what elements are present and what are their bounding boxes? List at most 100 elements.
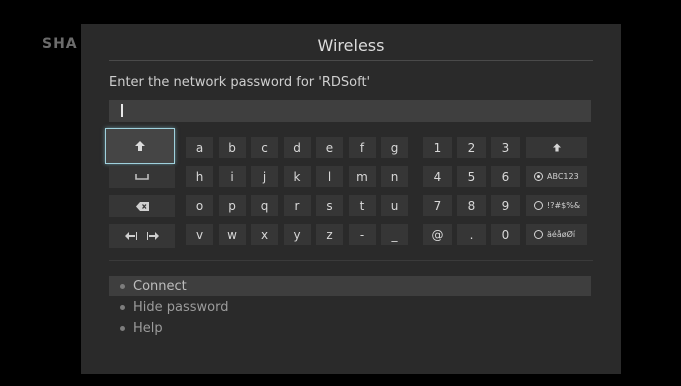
shift-key[interactable] bbox=[105, 128, 175, 164]
digit-key[interactable]: 4 bbox=[423, 166, 452, 187]
title-divider bbox=[109, 60, 593, 61]
key-label: z bbox=[326, 227, 333, 242]
digit-key[interactable]: 8 bbox=[457, 195, 486, 216]
text-cursor bbox=[121, 104, 123, 117]
key-label: h bbox=[195, 169, 204, 184]
letter-key[interactable]: _ bbox=[381, 224, 408, 245]
menu-item-hide-password[interactable]: Hide password bbox=[109, 297, 591, 317]
mode-label: äéåøØí bbox=[547, 230, 576, 239]
letter-key[interactable]: w bbox=[218, 224, 246, 245]
brand-logo-partial: SHA bbox=[42, 36, 78, 52]
digit-key[interactable]: 0 bbox=[491, 224, 520, 245]
key-label: x bbox=[260, 227, 269, 242]
key-label: j bbox=[262, 169, 267, 184]
key-label: a bbox=[195, 140, 204, 155]
key-label: 3 bbox=[501, 140, 510, 155]
key-label: 9 bbox=[501, 198, 510, 213]
menu-item-connect[interactable]: Connect bbox=[109, 276, 591, 296]
key-label: v bbox=[195, 227, 204, 242]
letter-key[interactable]: h bbox=[186, 166, 213, 187]
letter-key[interactable]: o bbox=[186, 195, 213, 216]
letter-key[interactable]: i bbox=[218, 166, 246, 187]
letter-key[interactable]: y bbox=[283, 224, 311, 245]
key-label: 7 bbox=[433, 198, 442, 213]
letter-key[interactable]: d bbox=[283, 137, 311, 158]
radio-icon bbox=[534, 230, 543, 239]
dialog-title: Wireless bbox=[317, 36, 385, 55]
key-label: r bbox=[294, 198, 300, 213]
space-key[interactable] bbox=[109, 166, 175, 188]
key-label: k bbox=[293, 169, 301, 184]
key-label: o bbox=[195, 198, 204, 213]
bullet-icon bbox=[120, 283, 125, 289]
key-label: s bbox=[326, 198, 333, 213]
letter-key[interactable]: a bbox=[186, 137, 213, 158]
letter-key[interactable]: q bbox=[251, 195, 278, 216]
digit-key[interactable]: 7 bbox=[423, 195, 452, 216]
key-label: 1 bbox=[433, 140, 442, 155]
letter-key[interactable]: g bbox=[381, 137, 408, 158]
letter-key[interactable]: u bbox=[381, 195, 408, 216]
menu-item-help[interactable]: Help bbox=[109, 318, 591, 338]
letter-key[interactable]: c bbox=[251, 137, 278, 158]
digit-key[interactable]: 9 bbox=[491, 195, 520, 216]
mode-abc123-key[interactable]: ABC123 bbox=[526, 166, 587, 187]
letter-key[interactable]: s bbox=[316, 195, 343, 216]
keyboard-menu-divider bbox=[109, 260, 593, 261]
bullet-icon bbox=[120, 304, 125, 310]
key-label: g bbox=[390, 140, 399, 155]
digit-key[interactable]: @ bbox=[423, 224, 452, 245]
key-label: 8 bbox=[467, 198, 476, 213]
letter-key[interactable]: n bbox=[381, 166, 408, 187]
key-label: 5 bbox=[467, 169, 476, 184]
letter-key[interactable]: l bbox=[316, 166, 343, 187]
key-label: 2 bbox=[467, 140, 476, 155]
digit-key[interactable]: 3 bbox=[491, 137, 520, 158]
space-icon bbox=[135, 174, 149, 180]
key-label: u bbox=[390, 198, 399, 213]
cursor-left-icon bbox=[125, 232, 137, 240]
key-label: i bbox=[230, 169, 234, 184]
key-label: t bbox=[359, 198, 365, 213]
key-label: c bbox=[261, 140, 268, 155]
menu-item-label: Connect bbox=[133, 278, 187, 294]
key-label: 6 bbox=[501, 169, 510, 184]
password-input[interactable] bbox=[109, 100, 591, 122]
letter-key[interactable]: e bbox=[316, 137, 343, 158]
letter-key[interactable]: b bbox=[218, 137, 246, 158]
digit-key[interactable]: 2 bbox=[457, 137, 486, 158]
key-label: w bbox=[227, 227, 237, 242]
letter-key[interactable]: j bbox=[251, 166, 278, 187]
mode-symbols-key[interactable]: !?#$%& bbox=[526, 195, 587, 216]
key-label: _ bbox=[391, 227, 398, 242]
letter-key[interactable]: k bbox=[283, 166, 311, 187]
letter-key[interactable]: m bbox=[348, 166, 376, 187]
cursor-right-icon bbox=[147, 232, 159, 240]
letter-key[interactable]: x bbox=[251, 224, 278, 245]
wireless-password-dialog: Wireless Enter the network password for … bbox=[81, 24, 621, 374]
menu-item-label: Hide password bbox=[133, 299, 229, 315]
key-label: e bbox=[325, 140, 334, 155]
digit-key[interactable]: 5 bbox=[457, 166, 486, 187]
digit-key[interactable]: . bbox=[457, 224, 486, 245]
radio-icon bbox=[534, 201, 543, 210]
key-label: f bbox=[359, 140, 365, 155]
letter-key[interactable]: f bbox=[348, 137, 376, 158]
backspace-icon bbox=[135, 201, 149, 211]
digit-key[interactable]: 6 bbox=[491, 166, 520, 187]
letter-key[interactable]: r bbox=[283, 195, 311, 216]
letter-key[interactable]: t bbox=[348, 195, 376, 216]
mode-accents-key[interactable]: äéåøØí bbox=[526, 224, 587, 245]
backspace-key[interactable] bbox=[109, 195, 175, 217]
menu-item-label: Help bbox=[133, 320, 163, 336]
key-label: - bbox=[359, 227, 365, 242]
uppercase-toggle-key[interactable] bbox=[526, 137, 587, 158]
letter-key[interactable]: p bbox=[218, 195, 246, 216]
shift-icon bbox=[135, 141, 145, 151]
cursor-arrows-key[interactable] bbox=[109, 224, 175, 248]
letter-key[interactable]: - bbox=[348, 224, 376, 245]
digit-key[interactable]: 1 bbox=[423, 137, 452, 158]
letter-key[interactable]: z bbox=[316, 224, 343, 245]
mode-label: !?#$%& bbox=[547, 201, 581, 210]
letter-key[interactable]: v bbox=[186, 224, 213, 245]
